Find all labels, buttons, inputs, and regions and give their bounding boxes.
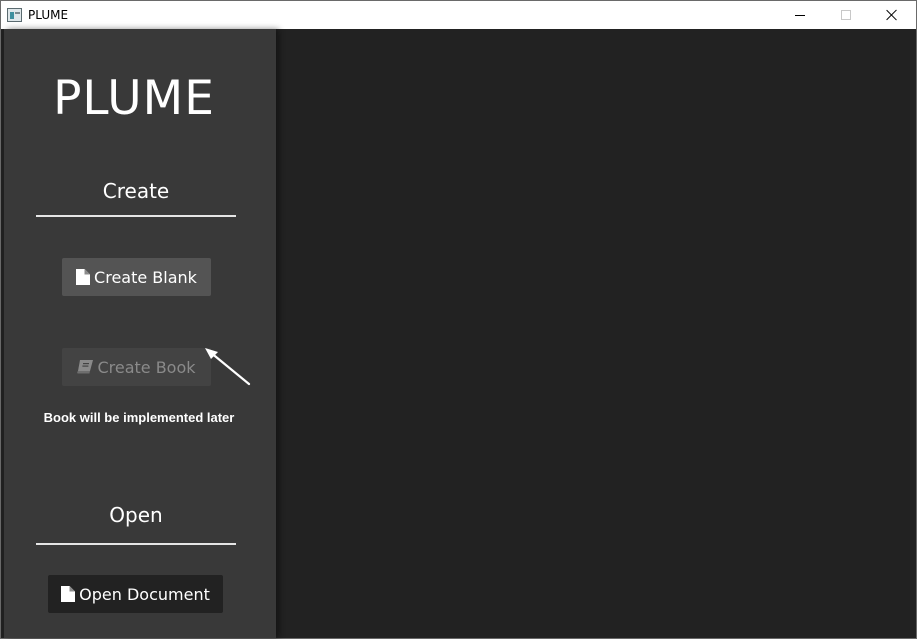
app-window-icon	[7, 8, 22, 22]
file-icon	[76, 269, 91, 285]
create-book-note: Book will be implemented later	[43, 410, 235, 425]
close-icon	[886, 9, 898, 21]
app-window: PLUME PLUME Create Create Blank Create B…	[0, 0, 917, 639]
open-section-title: Open	[109, 503, 163, 527]
minimize-button[interactable]	[777, 1, 823, 29]
create-blank-label: Create Blank	[94, 267, 197, 287]
main-content-area	[276, 29, 916, 638]
open-document-button[interactable]: Open Document	[48, 575, 223, 613]
title-bar[interactable]: PLUME	[1, 1, 916, 29]
open-section-divider	[36, 543, 236, 545]
maximize-icon	[841, 10, 851, 20]
create-blank-button[interactable]: Create Blank	[62, 258, 211, 296]
window-title: PLUME	[28, 8, 69, 22]
sidebar: PLUME Create Create Blank Create Book Bo…	[4, 29, 276, 638]
book-icon	[77, 360, 94, 374]
create-book-label: Create Book	[97, 357, 196, 377]
annotation-arrow-icon	[205, 348, 251, 386]
file-icon	[61, 586, 76, 602]
create-book-button[interactable]: Create Book	[62, 348, 211, 386]
create-section-title: Create	[102, 179, 170, 203]
create-section-divider	[36, 215, 236, 217]
open-document-label: Open Document	[79, 584, 210, 604]
maximize-button[interactable]	[823, 1, 869, 29]
minimize-icon	[795, 14, 805, 16]
close-button[interactable]	[869, 1, 915, 29]
app-logo: PLUME	[53, 71, 215, 126]
